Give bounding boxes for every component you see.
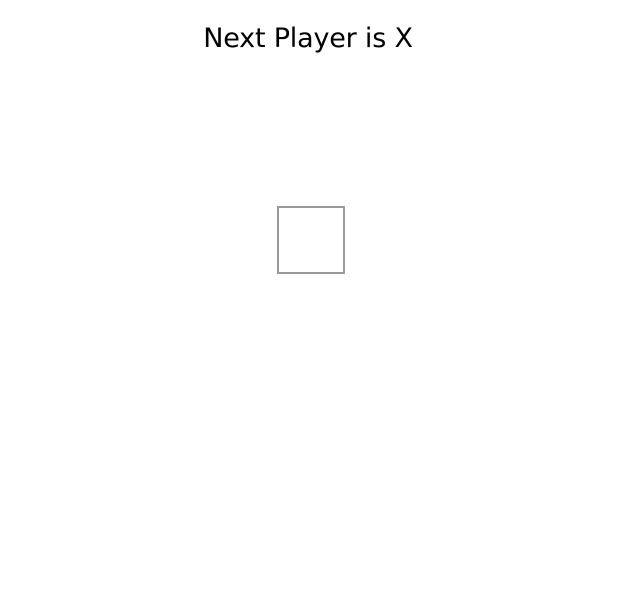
next-player-status: Next Player is X <box>203 23 413 54</box>
board-square[interactable] <box>277 206 345 274</box>
